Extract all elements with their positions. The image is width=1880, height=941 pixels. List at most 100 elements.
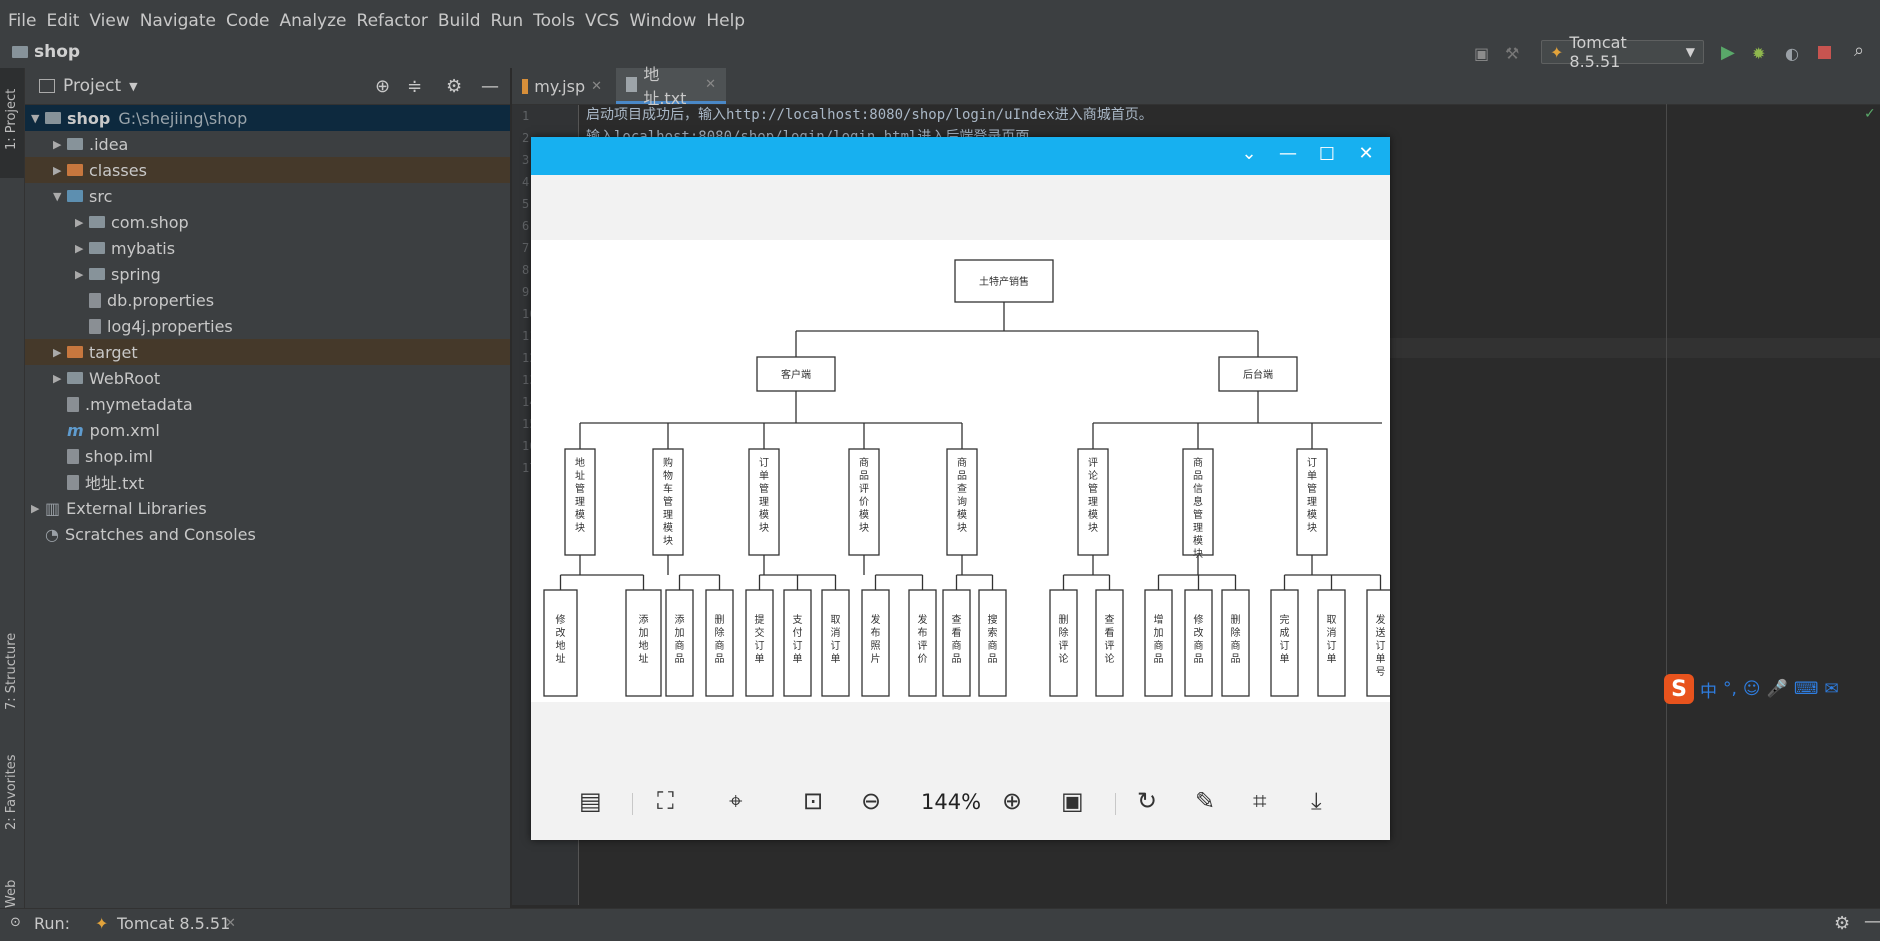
tree-item[interactable]: shop.iml xyxy=(25,443,510,469)
expanded-arrow-icon[interactable]: ▼ xyxy=(31,112,45,125)
gear-icon[interactable]: ⚙ xyxy=(1834,913,1850,934)
zoom-out-icon[interactable]: ⊖ xyxy=(861,787,881,815)
image-canvas[interactable]: 土特产销售 客户端 后台端 地址管理模块 修改地址 添加地址 购物车管理模块 添加商品 删除商品… xyxy=(531,240,1390,702)
collapsed-arrow-icon[interactable]: ▶ xyxy=(75,242,89,255)
translate-icon[interactable]: ⌖ xyxy=(729,787,743,815)
tree-item[interactable]: ▶ ▥ External Libraries xyxy=(25,495,510,521)
viewer-title-bar[interactable]: ⌄ — ☐ ✕ xyxy=(531,137,1390,175)
close-icon[interactable]: ✕ xyxy=(225,916,236,931)
close-icon[interactable]: ✕ xyxy=(705,77,716,92)
tree-item[interactable]: ▶ target xyxy=(25,339,510,365)
tree-item[interactable]: ▶ WebRoot xyxy=(25,365,510,391)
structure-tool-label[interactable]: 7: Structure xyxy=(4,633,19,710)
run-configuration-select[interactable]: ✦ Tomcat 8.5.51 ▼ xyxy=(1541,33,1704,71)
collapsed-arrow-icon[interactable]: ▶ xyxy=(53,164,67,177)
add-configuration-icon[interactable]: ▣ xyxy=(1474,44,1489,63)
collapse-all-icon[interactable]: ≑ xyxy=(407,76,422,97)
menu-item-help[interactable]: Help xyxy=(706,11,745,31)
tree-item[interactable]: ▼ src xyxy=(25,183,510,209)
edit-icon[interactable]: ✎ xyxy=(1195,787,1215,815)
favorites-tool-label[interactable]: 2: Favorites xyxy=(4,754,19,830)
collapsed-arrow-icon[interactable]: ▶ xyxy=(31,502,45,515)
stop-icon[interactable] xyxy=(1818,46,1831,59)
expanded-arrow-icon[interactable]: ▼ xyxy=(53,190,67,203)
tree-item[interactable]: ▶ mybatis xyxy=(25,235,510,261)
run-icon[interactable]: ▶ xyxy=(1721,42,1735,63)
microphone-icon[interactable]: 🎤 xyxy=(1767,679,1788,699)
breadcrumb[interactable]: shop xyxy=(12,42,80,62)
menu-item-refactor[interactable]: Refactor xyxy=(357,11,428,31)
tree-item[interactable]: db.properties xyxy=(25,287,510,313)
hide-panel-icon[interactable]: — xyxy=(1864,911,1880,932)
crop-icon[interactable]: ⌗ xyxy=(1253,787,1267,815)
image-viewer-window: ⌄ — ☐ ✕ 土特产销售 客户端 后台端 地址管理模块 修改地址 添加地址 购物车管理模块… xyxy=(531,137,1390,840)
menu-item-run[interactable]: Run xyxy=(491,11,524,31)
build-hammer-icon[interactable]: ⚒ xyxy=(1505,44,1519,63)
tree-item[interactable]: log4j.properties xyxy=(25,313,510,339)
tree-item[interactable]: ▶ com.shop xyxy=(25,209,510,235)
tree-item[interactable]: ▶ spring xyxy=(25,261,510,287)
minimize-icon[interactable]: — xyxy=(1275,143,1301,164)
tab-my-jsp[interactable]: my.jsp ✕ xyxy=(512,68,612,104)
collapsed-arrow-icon[interactable]: ▶ xyxy=(75,268,89,281)
download-icon[interactable]: ⤓ xyxy=(1311,787,1322,815)
sogou-logo-icon[interactable]: S xyxy=(1664,674,1694,704)
hide-panel-icon[interactable]: — xyxy=(481,76,499,97)
toolbar-divider xyxy=(632,793,633,815)
tree-item[interactable]: 地址.txt xyxy=(25,469,510,495)
tree-item-label: Scratches and Consoles xyxy=(64,524,256,544)
chevron-down-icon[interactable]: ⌄ xyxy=(1236,143,1262,164)
project-name: shop xyxy=(34,42,81,62)
collapsed-arrow-icon[interactable]: ▶ xyxy=(53,346,67,359)
maximize-icon[interactable]: ☐ xyxy=(1314,144,1340,165)
collapsed-arrow-icon[interactable]: ▶ xyxy=(75,216,89,229)
tree-item[interactable]: m pom.xml xyxy=(25,417,510,443)
extract-text-icon[interactable]: ⛶ xyxy=(657,787,674,815)
rotate-icon[interactable]: ↻ xyxy=(1137,787,1157,815)
tab-address-txt[interactable]: 地址.txt ✕ xyxy=(616,65,726,108)
search-icon[interactable]: ⌕ xyxy=(1854,40,1864,61)
actual-size-icon[interactable]: ▣ xyxy=(1061,787,1084,815)
project-panel-title[interactable]: Project xyxy=(63,76,121,96)
keyboard-icon[interactable]: ⌨ xyxy=(1794,679,1819,699)
code-line-1[interactable]: 启动项目成功后，输入http://localhost:8080/shop/log… xyxy=(586,104,1153,124)
emoji-icon[interactable]: ☺ xyxy=(1743,679,1761,699)
menu-item-navigate[interactable]: Navigate xyxy=(140,11,216,31)
chevron-down-icon[interactable]: ▼ xyxy=(129,80,137,93)
menu-item-window[interactable]: Window xyxy=(629,11,696,31)
locate-icon[interactable]: ⊕ xyxy=(375,76,390,97)
run-tab-label[interactable]: Tomcat 8.5.51 xyxy=(117,914,230,933)
menu-item-code[interactable]: Code xyxy=(226,11,270,31)
toolbar-divider xyxy=(1115,793,1116,815)
line-number: 3 xyxy=(522,153,530,167)
tree-item[interactable]: ▶ classes xyxy=(25,157,510,183)
collapsed-arrow-icon[interactable]: ▶ xyxy=(53,372,67,385)
zoom-in-icon[interactable]: ⊕ xyxy=(1002,787,1022,815)
debug-icon[interactable]: ✹ xyxy=(1752,44,1765,63)
menu-item-view[interactable]: View xyxy=(89,11,129,31)
layout-icon[interactable]: ▤ xyxy=(579,787,602,815)
menu-item-analyze[interactable]: Analyze xyxy=(280,11,347,31)
menu-item-edit[interactable]: Edit xyxy=(46,11,79,31)
collapsed-arrow-icon[interactable]: ▶ xyxy=(53,138,67,151)
tree-item[interactable]: ▶ .idea xyxy=(25,131,510,157)
close-icon[interactable]: ✕ xyxy=(1353,143,1379,164)
menu-item-build[interactable]: Build xyxy=(438,11,481,31)
ime-punctuation[interactable]: °, xyxy=(1723,679,1737,699)
menu-item-file[interactable]: File xyxy=(8,11,36,31)
fit-window-icon[interactable]: ⊡ xyxy=(803,787,823,815)
gear-icon[interactable]: ⚙ xyxy=(446,76,462,97)
close-icon[interactable]: ✕ xyxy=(591,79,602,94)
skin-icon[interactable]: ✉ xyxy=(1824,679,1838,699)
coverage-icon[interactable]: ◐ xyxy=(1785,44,1799,63)
project-tool-label[interactable]: 1: Project xyxy=(4,89,19,150)
tree-item[interactable]: ▼ shop G:\shejiing\shop xyxy=(25,105,510,131)
web-tool-label[interactable]: Web xyxy=(4,880,19,908)
menu-item-vcs[interactable]: VCS xyxy=(585,11,619,31)
tree-item[interactable]: .mymetadata xyxy=(25,391,510,417)
navigation-bar: shop ▣ ⚒ ✦ Tomcat 8.5.51 ▼ ▶ ✹ ◐ ⌕ xyxy=(0,33,1880,71)
tree-item-label: WebRoot xyxy=(89,368,161,388)
menu-item-tools[interactable]: Tools xyxy=(533,11,575,31)
ime-language[interactable]: 中 xyxy=(1700,677,1717,702)
tree-item[interactable]: ◔ Scratches and Consoles xyxy=(25,521,510,547)
